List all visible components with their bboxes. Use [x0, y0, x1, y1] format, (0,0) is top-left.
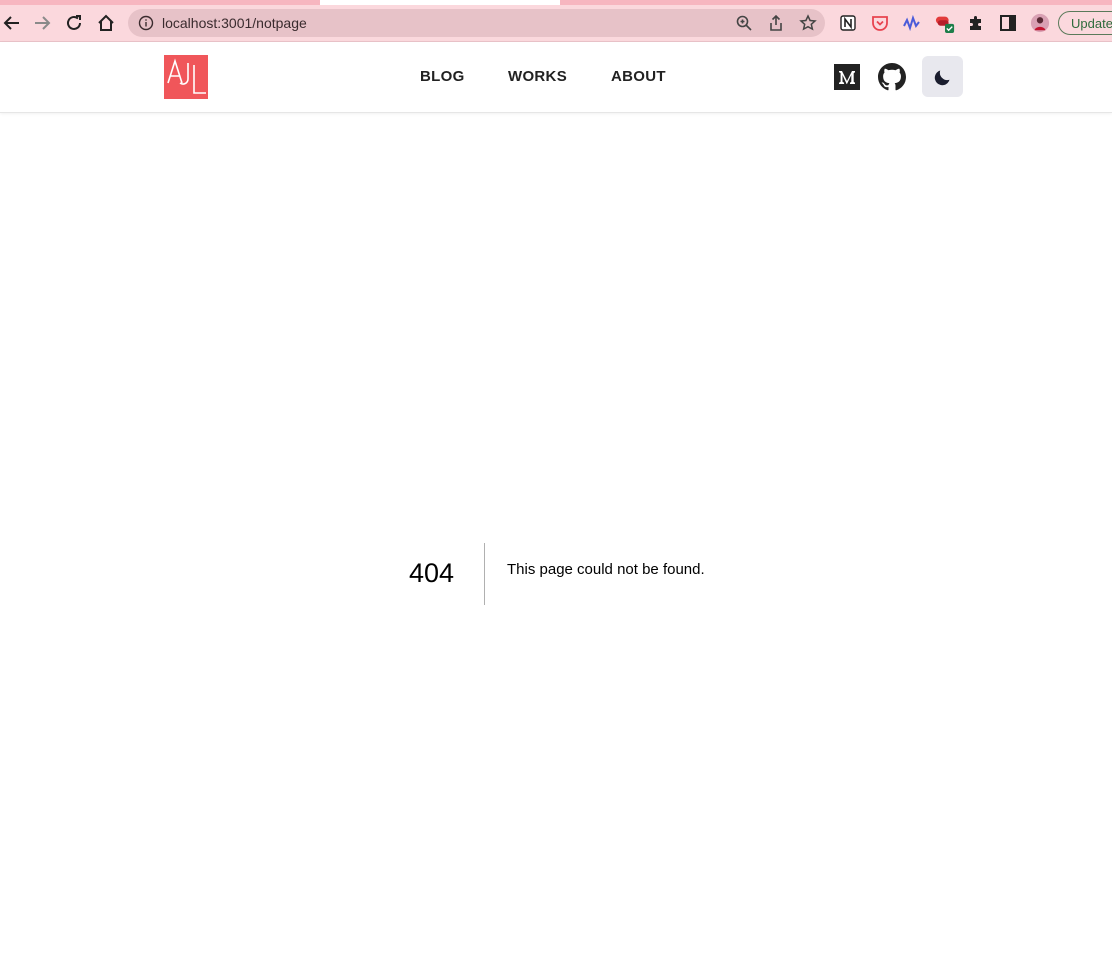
error-message: This page could not be found.: [507, 561, 705, 578]
home-button[interactable]: [94, 11, 118, 35]
error-divider: [484, 543, 485, 605]
reload-icon: [67, 15, 81, 30]
pocket-extension-icon[interactable]: [870, 13, 890, 33]
back-arrow-icon: [3, 16, 19, 30]
moon-icon: [934, 70, 949, 85]
nav-about[interactable]: ABOUT: [611, 68, 666, 85]
theme-toggle-button[interactable]: [922, 56, 963, 97]
zoom-icon[interactable]: [735, 14, 753, 32]
extension-badge-icon[interactable]: [935, 13, 955, 33]
forward-button[interactable]: [30, 11, 54, 35]
notion-extension-icon[interactable]: [838, 13, 858, 33]
github-link[interactable]: [878, 63, 906, 91]
nav-blog[interactable]: BLOG: [420, 68, 465, 85]
bookmark-star-icon[interactable]: [799, 14, 817, 32]
wave-extension-icon[interactable]: [902, 13, 922, 33]
site-header: BLOG WORKS ABOUT: [0, 42, 1112, 113]
share-icon[interactable]: [767, 14, 785, 32]
back-button[interactable]: [0, 11, 24, 35]
address-url[interactable]: localhost:3001/notpage: [162, 15, 307, 31]
address-bar[interactable]: localhost:3001/notpage: [128, 9, 825, 37]
medium-icon: [834, 64, 860, 90]
site-logo[interactable]: [164, 55, 208, 99]
profile-avatar[interactable]: [1030, 13, 1050, 33]
extensions-puzzle-icon[interactable]: [966, 13, 986, 33]
reload-button[interactable]: [62, 11, 86, 35]
error-code: 404: [409, 558, 455, 588]
forward-arrow-icon: [35, 16, 51, 30]
logo-mark: [167, 58, 206, 94]
home-icon: [98, 14, 114, 31]
medium-link[interactable]: [834, 64, 860, 90]
browser-toolbar: localhost:3001/notpage Update: [0, 5, 1112, 42]
update-button[interactable]: Update: [1058, 11, 1112, 35]
github-icon: [878, 63, 906, 91]
nav-works[interactable]: WORKS: [508, 68, 567, 85]
site-info-icon[interactable]: [138, 15, 154, 31]
side-panel-icon[interactable]: [998, 13, 1018, 33]
